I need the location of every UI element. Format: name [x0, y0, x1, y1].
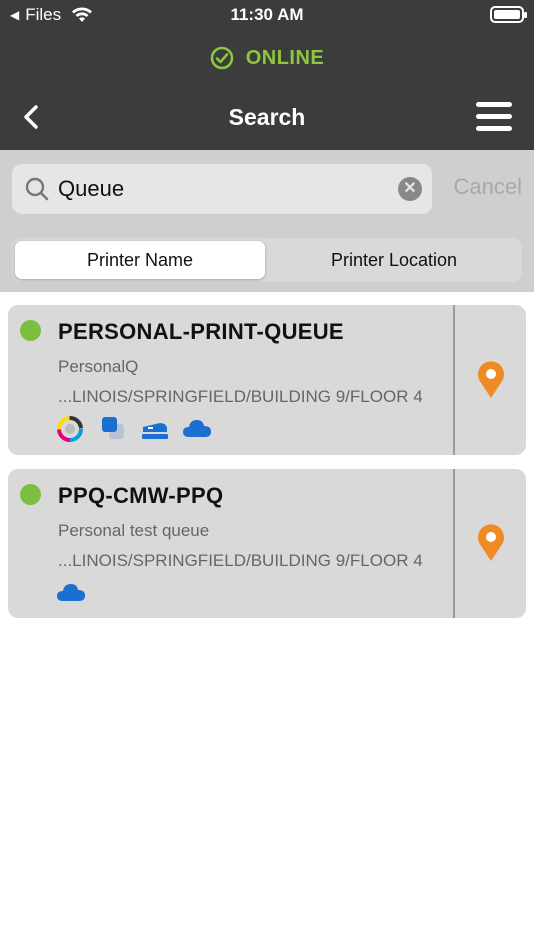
printer-description: PersonalQ	[58, 357, 139, 376]
printer-name: PERSONAL-PRINT-QUEUE	[58, 319, 344, 344]
printer-description: Personal test queue	[58, 521, 210, 540]
search-input[interactable]: Queue ✕	[12, 164, 432, 214]
card-divider	[453, 469, 455, 618]
segment-printer-name[interactable]: Printer Name	[15, 241, 265, 279]
online-label: ONLINE	[245, 46, 325, 69]
battery-icon	[490, 6, 527, 23]
status-bar: ◀ Files 11:30 AM	[0, 0, 534, 32]
printer-card[interactable]: PERSONAL-PRINT-QUEUE PersonalQ ...LINOIS…	[8, 305, 526, 455]
clock: 11:30 AM	[230, 5, 304, 24]
filter-area: Printer Name Printer Location	[0, 228, 534, 292]
clear-search-icon[interactable]: ✕	[398, 177, 422, 201]
printer-location: ...LINOIS/SPRINGFIELD/BUILDING 9/FLOOR 4	[58, 387, 423, 406]
stapler-icon	[142, 423, 168, 439]
check-circle-icon	[210, 46, 234, 70]
cloud-icon	[57, 584, 85, 601]
search-input-value: Queue	[58, 176, 125, 201]
search-scope-segmented-control: Printer Name Printer Location	[12, 238, 522, 282]
printer-location: ...LINOIS/SPRINGFIELD/BUILDING 9/FLOOR 4	[58, 551, 423, 570]
map-pin-icon[interactable]	[476, 524, 506, 562]
duplex-copies-icon	[102, 417, 124, 439]
cloud-icon	[183, 420, 211, 437]
hamburger-menu-icon[interactable]	[476, 102, 512, 132]
printer-features	[56, 415, 212, 443]
online-status-dot	[20, 484, 41, 505]
segment-printer-location[interactable]: Printer Location	[269, 241, 519, 279]
nav-bar: Search	[0, 84, 534, 150]
page-title: Search	[228, 104, 306, 130]
connection-status: ONLINE	[0, 32, 534, 84]
cancel-button[interactable]: Cancel	[454, 174, 522, 200]
card-divider	[453, 305, 455, 455]
search-icon	[25, 177, 49, 201]
color-wheel-icon	[57, 416, 83, 442]
printer-card[interactable]: PPQ-CMW-PPQ Personal test queue ...LINOI…	[8, 469, 526, 618]
search-area: Queue ✕ Cancel	[0, 150, 534, 228]
printer-features	[56, 579, 86, 607]
online-status-dot	[20, 320, 41, 341]
map-pin-icon[interactable]	[476, 361, 506, 399]
printer-name: PPQ-CMW-PPQ	[58, 483, 224, 508]
